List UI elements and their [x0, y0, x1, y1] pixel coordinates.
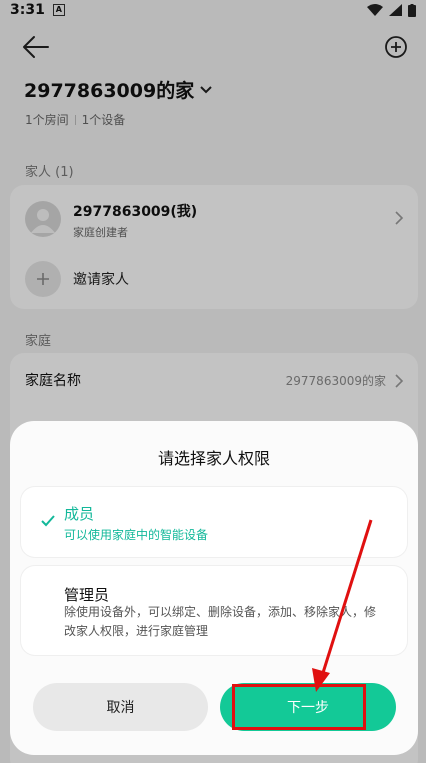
annotation-arrow-icon	[312, 519, 373, 692]
